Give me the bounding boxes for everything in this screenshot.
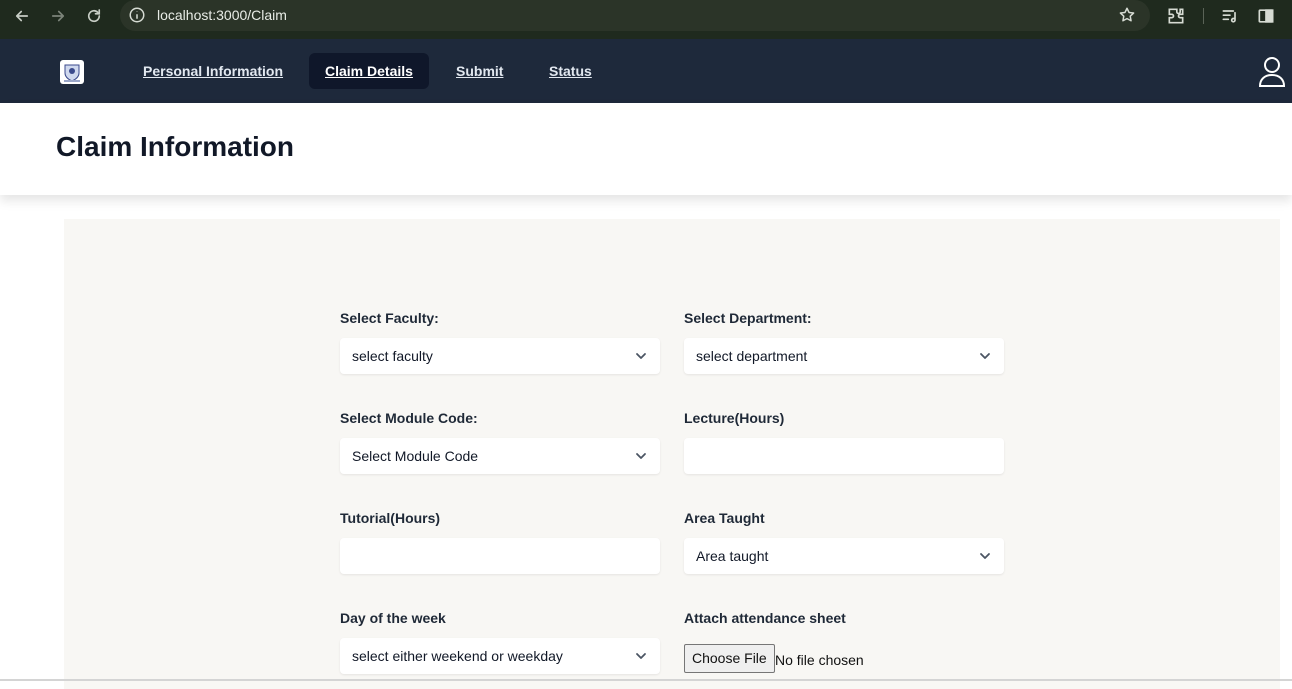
module-code-select[interactable]: Select Module Code — [340, 438, 660, 474]
faculty-select-value: select faculty — [352, 348, 433, 364]
url-text[interactable]: localhost:3000/Claim — [157, 7, 287, 23]
chevron-down-icon — [636, 653, 646, 659]
day-of-week-select-value: select either weekend or weekday — [352, 648, 563, 664]
nav-submit[interactable]: Submit — [440, 53, 519, 89]
user-icon[interactable] — [1258, 55, 1286, 87]
nav-status[interactable]: Status — [533, 53, 608, 89]
page-title: Claim Information — [56, 131, 295, 162]
lecture-hours-label: Lecture(Hours) — [684, 410, 785, 426]
area-taught-select[interactable]: Area taught — [684, 538, 1004, 574]
choose-file-button[interactable]: Choose File — [684, 644, 775, 673]
claim-form: Select Faculty: select faculty Select De… — [64, 219, 1280, 689]
department-select[interactable]: select department — [684, 338, 1004, 374]
module-code-label: Select Module Code: — [340, 410, 478, 426]
department-label: Select Department: — [684, 310, 812, 326]
day-of-week-label: Day of the week — [340, 610, 446, 626]
reading-list-icon[interactable] — [1220, 6, 1240, 26]
tutorial-hours-label: Tutorial(Hours) — [340, 510, 441, 526]
chevron-down-icon — [636, 453, 646, 459]
area-taught-select-value: Area taught — [696, 548, 769, 564]
nav-personal-information[interactable]: Personal Information — [127, 53, 299, 89]
page-header: Claim Information — [0, 103, 1292, 195]
chevron-down-icon — [980, 553, 990, 559]
module-code-select-value: Select Module Code — [352, 448, 479, 464]
info-icon[interactable] — [128, 6, 146, 24]
faculty-label: Select Faculty: — [340, 310, 439, 326]
day-of-week-select[interactable]: select either weekend or weekday — [340, 638, 660, 674]
attendance-file-input: Choose File No file chosen — [684, 638, 1004, 674]
chevron-down-icon — [636, 353, 646, 359]
forward-arrow-icon[interactable] — [46, 4, 70, 28]
attendance-label: Attach attendance sheet — [684, 610, 846, 626]
toolbar-divider — [1203, 8, 1204, 24]
side-panel-icon[interactable] — [1256, 6, 1276, 26]
area-taught-label: Area Taught — [684, 510, 765, 526]
back-arrow-icon[interactable] — [10, 4, 34, 28]
reload-icon[interactable] — [82, 4, 106, 28]
star-icon[interactable] — [1118, 6, 1136, 24]
extensions-icon[interactable] — [1166, 6, 1186, 26]
address-bar[interactable]: localhost:3000/Claim — [120, 0, 1150, 31]
lecture-hours-input[interactable] — [684, 438, 1004, 474]
file-status-text: No file chosen — [775, 652, 864, 668]
browser-toolbar: localhost:3000/Claim — [0, 0, 1292, 39]
faculty-select[interactable]: select faculty — [340, 338, 660, 374]
tutorial-hours-input[interactable] — [340, 538, 660, 574]
chevron-down-icon — [980, 353, 990, 359]
app-navbar: Personal Information Claim Details Submi… — [0, 39, 1292, 103]
nav-claim-details[interactable]: Claim Details — [309, 53, 429, 89]
university-crest-logo[interactable] — [59, 58, 85, 86]
department-select-value: select department — [696, 348, 808, 364]
